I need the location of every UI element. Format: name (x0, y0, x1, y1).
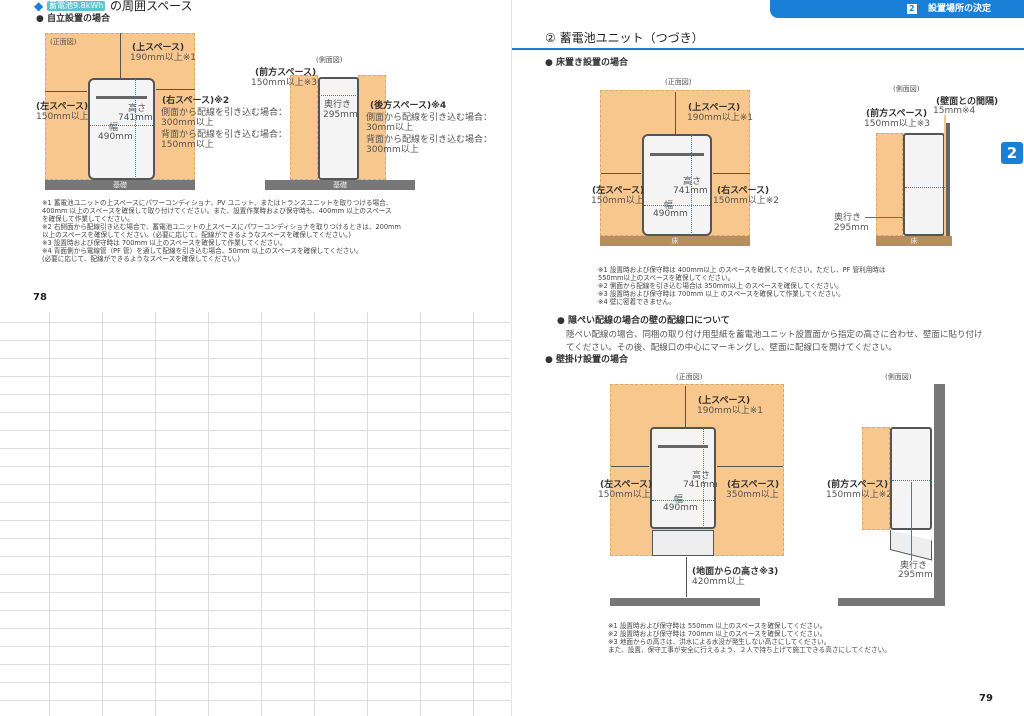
blank-grid (0, 312, 510, 716)
subtitle: ● 自立設置の場合 (36, 14, 110, 24)
floor-label: 床 (876, 236, 952, 246)
right-space-label: (右スペース)※2 (162, 96, 230, 106)
back-space-text: 300mm以上 (366, 145, 419, 155)
front-space-value: 150mm以上※3 (251, 78, 317, 88)
left-space-label: (左スペース) (600, 480, 653, 490)
wall-gap-value: 15mm※4 (933, 106, 976, 116)
left-space-value: 150mm以上 (36, 112, 89, 122)
width-value: 490mm (663, 503, 698, 513)
height-value: 741mm (683, 480, 718, 490)
chapter-title: 設置場所の決定 (928, 4, 992, 14)
footnote: また、設置、保守工事が安全に行えるよう、２人で持ち上げて施工できる高さにしてくだ… (608, 646, 891, 654)
page-number: 79 (979, 693, 993, 704)
hidden-wiring-text: 隠ぺい配線の場合、同梱の取り付け用型紙を蓄電池ユニット設置面から指定の高さに合わ… (566, 330, 983, 340)
section-rule (512, 48, 1024, 50)
back-space-text: 背面から配線を引き込む場合： (366, 135, 493, 145)
back-space-text: 30mm以上 (366, 123, 413, 133)
right-space-text: 背面から配線を引き込む場合： (161, 130, 288, 140)
front-space-value: 150mm以上※2 (826, 490, 892, 500)
left-space-value: 150mm以上 (598, 490, 651, 500)
top-space-label: (上スペース) (132, 43, 185, 53)
right-space-value: 350mm以上 (726, 490, 779, 500)
right-space-value: 150mm以上※2 (713, 196, 779, 206)
height-value: 741mm (673, 186, 708, 196)
front-space-label: (前方スペース) (255, 68, 317, 78)
page-title: の周囲スペース (110, 0, 193, 13)
front-space-label: (前方スペース) (827, 480, 889, 490)
title-badge: 蓄電池9.8kWh (47, 1, 106, 11)
footnote: ※4 壁に密着できません。 (598, 298, 676, 306)
section-title: ② 蓄電池ユニット（つづき） (545, 31, 704, 45)
right-space-text: 300mm以上 (161, 118, 214, 128)
left-space-value: 150mm以上 (591, 196, 644, 206)
top-space-value: 190mm以上※1 (697, 406, 763, 416)
left-space-label: (左スペース) (592, 186, 645, 196)
depth-value: 295mm (898, 570, 933, 580)
floor-heading: ● 床置き設置の場合 (545, 58, 628, 68)
width-value: 490mm (653, 209, 688, 219)
top-space-label: (上スペース) (688, 103, 741, 113)
depth-label: 奥行き (324, 100, 352, 110)
view-label: (正面図) (665, 78, 692, 86)
view-label: (側面図) (893, 85, 920, 93)
right-space-label: (右スペース) (717, 186, 770, 196)
view-label: (側面図) (885, 373, 912, 381)
base-label: 基礎 (265, 180, 415, 190)
wall-heading: ● 壁掛け設置の場合 (545, 355, 628, 365)
ground-height-label: (地面からの高さ※3) (692, 567, 779, 577)
top-space-value: 190mm以上※1 (687, 113, 753, 123)
view-label: (側面図) (316, 56, 343, 64)
footnote: (必要に応じて、配線ができるようなスペースを確保してください。) (42, 255, 241, 263)
right-space-label: (右スペース) (727, 480, 780, 490)
page-divider (511, 0, 512, 716)
top-space-label: (上スペース) (698, 396, 751, 406)
view-label: (正面図) (50, 38, 77, 46)
page-number: 78 (33, 292, 47, 303)
hidden-wiring-heading: ● 隠ぺい配線の場合の壁の配線口について (557, 316, 730, 326)
front-space-label: (前方スペース) (866, 109, 928, 119)
depth-value: 295mm (323, 110, 358, 120)
right-space-text: 側面から配線を引き込む場合： (161, 108, 288, 118)
right-space-text: 150mm以上 (161, 140, 214, 150)
depth-value: 295mm (834, 223, 869, 233)
ground-height-value: 420mm以上 (692, 577, 745, 587)
depth-label: 奥行き (834, 213, 862, 223)
front-space-value: 150mm以上※3 (864, 119, 930, 129)
view-label: (正面図) (676, 373, 703, 381)
ground (610, 598, 760, 606)
hidden-wiring-text: てください。その後、配線口の中心にマーキングし、壁面に配線口を開けてください。 (566, 343, 897, 353)
diamond-icon: ◆ (34, 0, 44, 13)
top-space-value: 190mm以上※1 (130, 53, 196, 63)
chapter-side-tab: 2 (1001, 142, 1023, 164)
chapter-header: 2 設置場所の決定 (770, 0, 1024, 18)
back-space-text: 側面から配線を引き込む場合： (366, 113, 493, 123)
floor-label: 床 (600, 236, 750, 246)
chapter-number: 2 (907, 4, 917, 14)
width-value: 490mm (98, 132, 133, 142)
left-space-label: (左スペース) (36, 102, 89, 112)
base-label: 基礎 (45, 180, 195, 190)
height-value: 741mm (118, 113, 153, 123)
back-space-label: (後方スペース)※4 (370, 101, 447, 111)
